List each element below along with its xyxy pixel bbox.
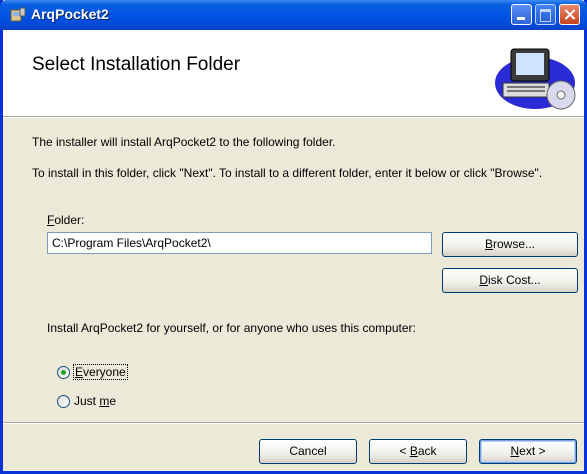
- minimize-icon[interactable]: [511, 4, 532, 25]
- disk-cost-button[interactable]: Disk Cost...: [442, 268, 578, 293]
- install-for-label: Install ArqPocket2 for yourself, or for …: [47, 321, 416, 335]
- radio-just-me-label[interactable]: Just me: [74, 394, 116, 408]
- cancel-button[interactable]: Cancel: [259, 439, 357, 464]
- folder-label: Folder:: [47, 213, 84, 227]
- browse-accel: B: [484, 237, 493, 251]
- everyone-accel: E: [75, 365, 84, 379]
- browse-button[interactable]: Browse...: [442, 232, 578, 257]
- justme-accel: m: [99, 394, 110, 408]
- justme-pre: Just: [74, 394, 100, 408]
- page-title: Select Installation Folder: [32, 54, 241, 75]
- browse-rest: rowse...: [493, 237, 536, 251]
- everyone-rest: veryone: [83, 365, 126, 379]
- diskcost-accel: D: [479, 273, 488, 287]
- intro-text-1: The installer will install ArqPocket2 to…: [32, 135, 336, 149]
- back-button[interactable]: < Back: [369, 439, 467, 464]
- next-accel: N: [510, 444, 520, 458]
- back-accel: B: [409, 444, 418, 458]
- radio-selected-dot: [61, 370, 66, 375]
- maximize-icon: [535, 4, 556, 25]
- close-icon[interactable]: [559, 4, 580, 25]
- folder-label-rest: older:: [54, 213, 85, 227]
- next-rest: ext >: [519, 444, 546, 458]
- folder-input[interactable]: [47, 232, 432, 254]
- installer-window: ArqPocket2 Select Installation Folder Th…: [0, 0, 587, 474]
- back-rest: ack: [417, 444, 437, 458]
- radio-everyone[interactable]: [57, 366, 70, 379]
- justme-rest: e: [109, 394, 117, 408]
- wizard-header: Select Installation Folder: [3, 30, 584, 117]
- computer-cd-icon: [495, 48, 576, 110]
- intro-text-2: To install in this folder, click "Next".…: [32, 166, 543, 180]
- back-pre: <: [399, 444, 410, 458]
- footer-divider-highlight: [3, 423, 584, 424]
- radio-everyone-label[interactable]: Everyone: [73, 364, 128, 380]
- radio-just-me[interactable]: [57, 395, 70, 408]
- next-button[interactable]: Next >: [479, 439, 577, 464]
- diskcost-rest: isk Cost...: [487, 273, 541, 287]
- installer-icon: [10, 7, 26, 22]
- title-bar[interactable]: ArqPocket2: [0, 0, 587, 30]
- window-title: ArqPocket2: [31, 6, 109, 22]
- header-divider: [3, 117, 584, 118]
